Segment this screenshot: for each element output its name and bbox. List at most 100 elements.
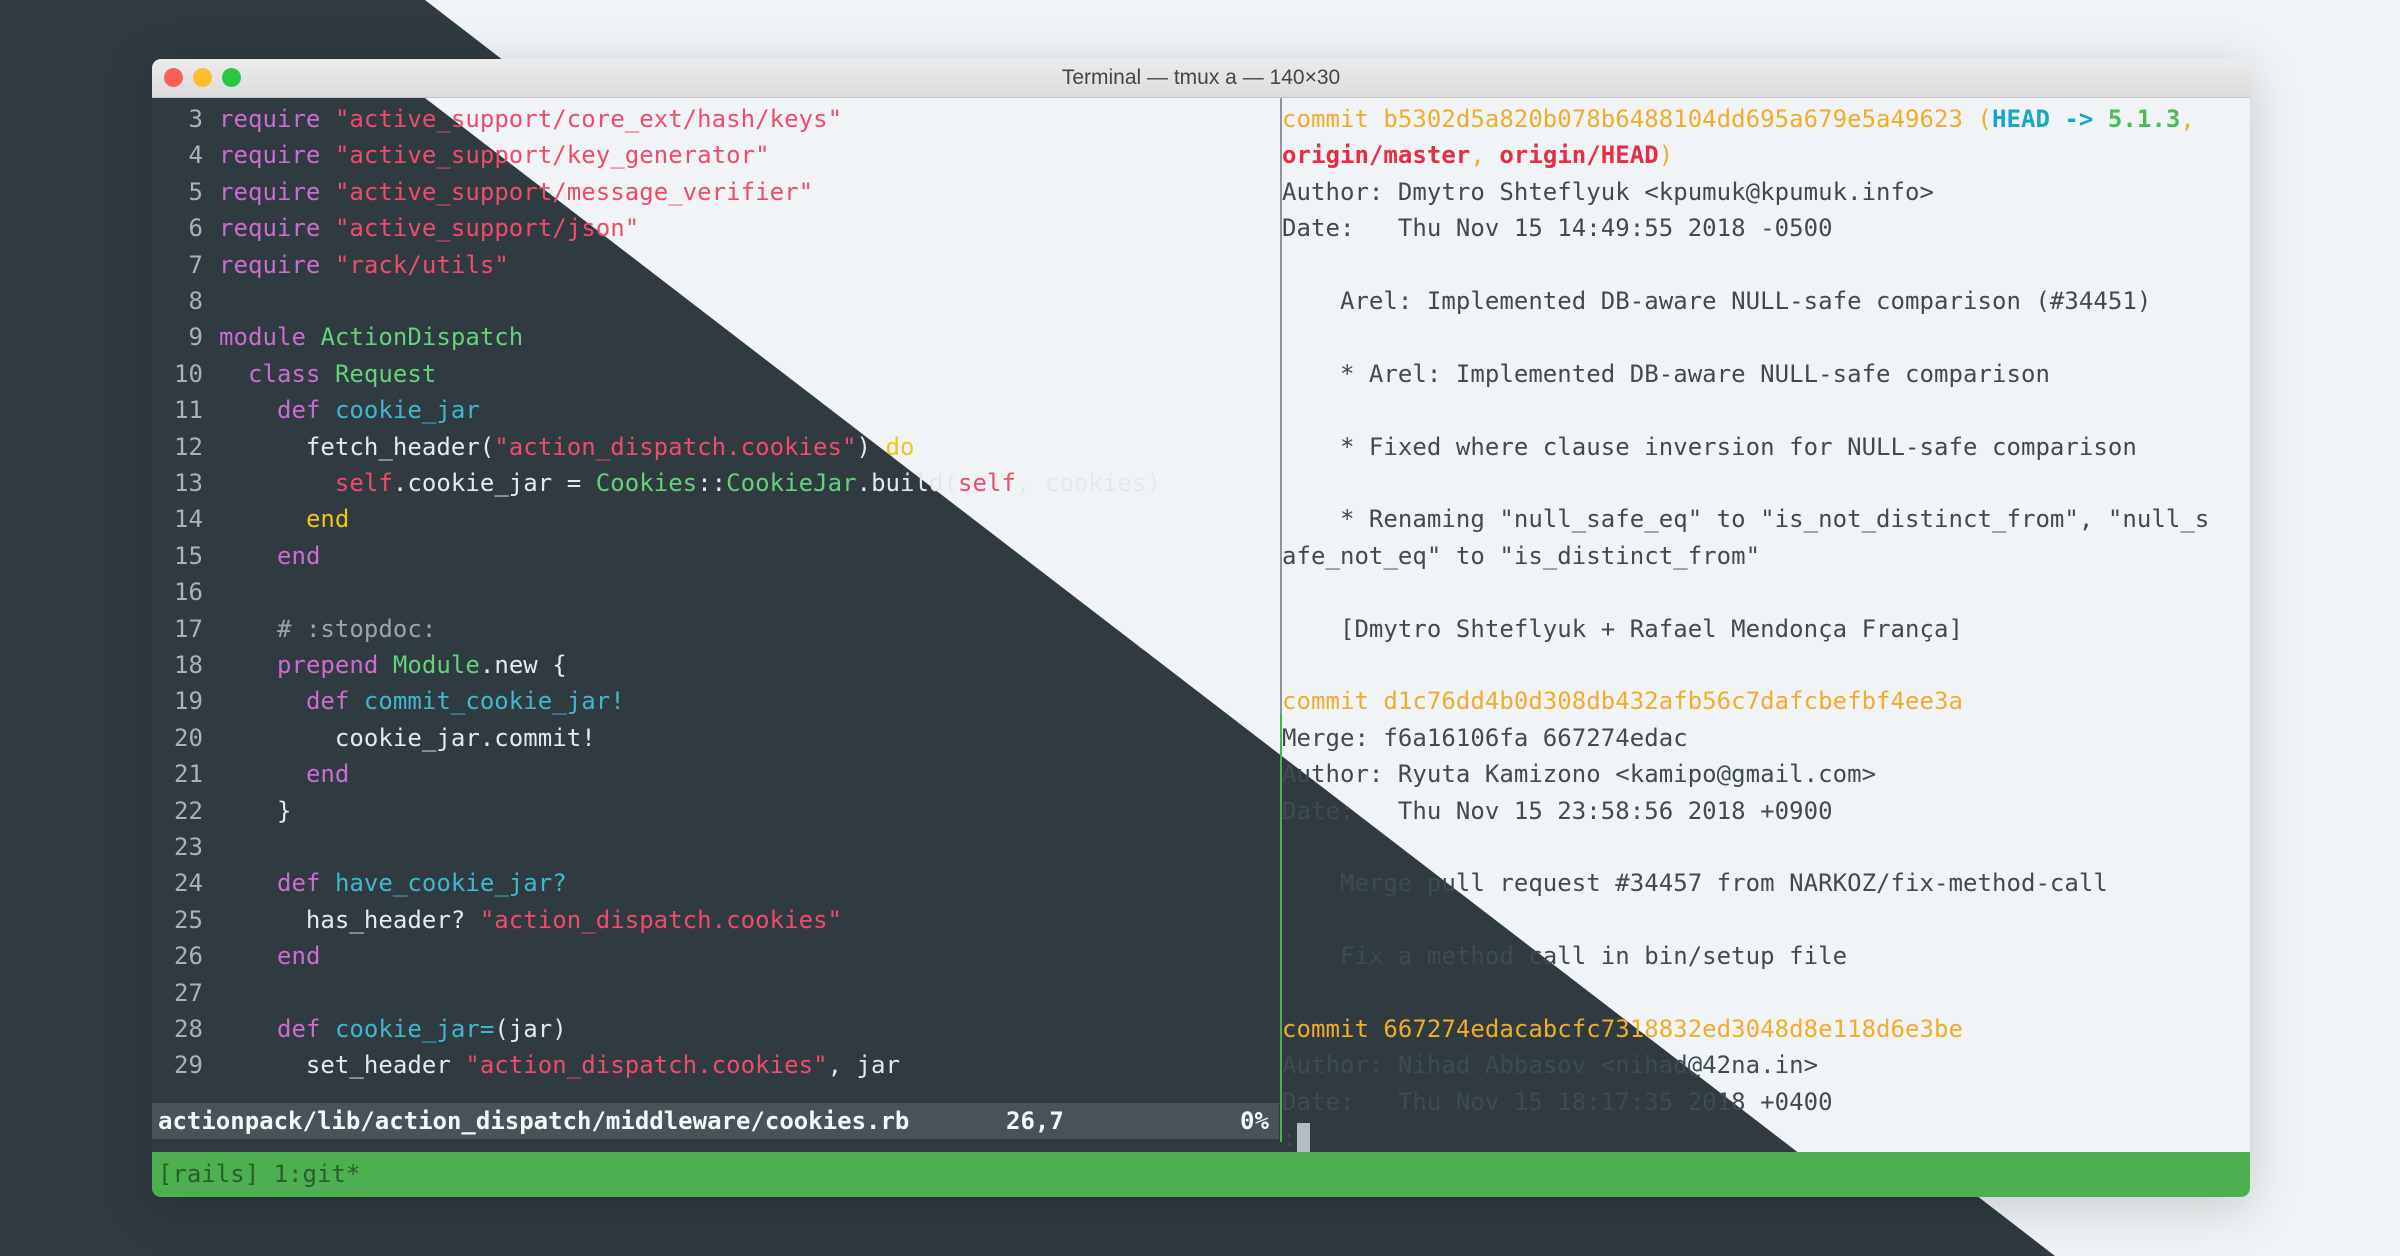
window-title: Terminal — tmux a — 140×30 bbox=[1061, 66, 1341, 89]
line-number: 8 bbox=[188, 287, 203, 315]
line-number: 22 bbox=[174, 796, 203, 825]
log-token: Date: Thu Nov 15 23:58:56 2018 +0900 bbox=[1282, 796, 1833, 825]
editor-line: 15 end bbox=[152, 538, 320, 574]
pager-prompt[interactable]: : bbox=[1282, 1120, 1310, 1156]
log-token: [Dmytro Shteflyuk + Rafael Mendonça Fran… bbox=[1282, 614, 1963, 643]
log-token: commit d1c76dd4b0d308db432afb56c7dafcbef… bbox=[1282, 687, 1963, 716]
code-token: # :stopdoc: bbox=[276, 614, 437, 643]
log-token: * Fixed where clause inversion for NULL-… bbox=[1282, 432, 2137, 461]
log-token: Author: Ryuta Kamizono <kamipo@gmail.com… bbox=[1282, 760, 1877, 789]
log-token: , bbox=[1470, 141, 1500, 170]
code-token: .cookie_jar = bbox=[392, 469, 596, 497]
git-log-line: [Dmytro Shteflyuk + Rafael Mendonça Fran… bbox=[1282, 611, 1963, 647]
code-token: require bbox=[219, 214, 321, 243]
code-token: require bbox=[219, 250, 321, 279]
log-token: ) bbox=[1658, 141, 1674, 170]
code-token: do bbox=[885, 432, 915, 461]
code-token: set_header bbox=[219, 1051, 466, 1080]
editor-line: 21 end bbox=[152, 756, 349, 792]
text-cursor bbox=[1296, 1123, 1310, 1156]
git-log-line: Author: Nihad Abbasov <nihad@42na.in> bbox=[1282, 1047, 1818, 1083]
log-token: origin/HEAD bbox=[1499, 141, 1659, 170]
code-token: .build( bbox=[856, 469, 959, 497]
code-token: "action_dispatch.cookies" bbox=[479, 905, 843, 934]
log-token: HEAD -> bbox=[1991, 105, 2108, 133]
git-log-line: Author: Dmytro Shteflyuk <kpumuk@kpumuk.… bbox=[1282, 174, 1934, 210]
code-token: require bbox=[219, 141, 321, 170]
editor-line: 16 bbox=[152, 574, 219, 610]
code-token: } bbox=[219, 796, 292, 825]
code-token: prepend bbox=[276, 651, 379, 679]
git-log-line: Author: Ryuta Kamizono <kamipo@gmail.com… bbox=[1282, 756, 1876, 792]
editor-line: 25 has_header? "action_dispatch.cookies" bbox=[152, 902, 842, 938]
editor-line: 18 prepend Module.new { bbox=[152, 647, 567, 683]
status-file-path: actionpack/lib/action_dispatch/middlewar… bbox=[158, 1107, 910, 1135]
line-number: 20 bbox=[174, 723, 203, 752]
git-log-line: origin/master, origin/HEAD) bbox=[1282, 137, 1673, 173]
code-token: ActionDispatch bbox=[320, 323, 524, 352]
code-token: module bbox=[219, 323, 306, 352]
tmux-window-list[interactable]: [rails] 1:git* bbox=[158, 1156, 360, 1192]
code-token: .new { bbox=[479, 651, 567, 679]
editor-line: 3 require "active_support/core_ext/hash/k… bbox=[152, 101, 843, 137]
code-token: end bbox=[305, 760, 350, 789]
git-log-line: Date: Thu Nov 15 18:17:35 2018 +0400 bbox=[1282, 1084, 1833, 1120]
log-token: Fix a method call in bin/setup file bbox=[1282, 942, 1848, 971]
code-token: "active_support/message_verifier" bbox=[334, 177, 814, 206]
code-token: require bbox=[219, 177, 321, 206]
status-scroll-percent: 0% bbox=[1240, 1107, 1269, 1135]
code-token: "active_support/core_ext/hash/keys" bbox=[334, 105, 843, 133]
code-token: Request bbox=[334, 359, 437, 388]
editor-line: 22 } bbox=[152, 793, 291, 829]
code-token: end bbox=[305, 505, 350, 534]
log-token: Merge: f6a16106fa 667274edac bbox=[1282, 723, 1688, 752]
code-token: , jar bbox=[827, 1051, 901, 1080]
line-number: 11 bbox=[174, 396, 203, 425]
line-number: 26 bbox=[174, 942, 203, 971]
code-token: def bbox=[276, 1015, 321, 1043]
code-token: Module bbox=[392, 651, 480, 679]
log-token: Author: Dmytro Shteflyuk <kpumuk@kpumuk.… bbox=[1282, 177, 1935, 206]
line-number: 28 bbox=[174, 1015, 203, 1043]
log-token: Author: Nihad Abbasov <nihad@42na.in> bbox=[1282, 1051, 1819, 1080]
code-token: have_cookie_jar? bbox=[334, 869, 567, 898]
code-token: fetch_header( bbox=[219, 432, 495, 461]
code-token: cookie_jar bbox=[334, 396, 480, 425]
editor-line: 7 require "rack/utils" bbox=[152, 247, 509, 283]
terminal-window: Terminal — tmux a — 140×30 3 require "act… bbox=[152, 59, 2250, 1197]
editor-line: 19 def commit_cookie_jar! bbox=[152, 683, 625, 719]
editor-line: 10 class Request bbox=[152, 356, 436, 392]
editor-line: 27 bbox=[152, 975, 219, 1011]
editor-line: 20 cookie_jar.commit! bbox=[152, 720, 596, 756]
code-token: self bbox=[334, 469, 393, 497]
line-number: 14 bbox=[174, 505, 203, 534]
git-log-line: Arel: Implemented DB-aware NULL-safe com… bbox=[1282, 283, 2151, 319]
line-number: 23 bbox=[174, 833, 203, 861]
git-log-line: commit 667274edacabcfc7318832ed3048d8e11… bbox=[1282, 1011, 1963, 1047]
code-token: :: bbox=[697, 469, 727, 497]
git-log-line: * Fixed where clause inversion for NULL-… bbox=[1282, 429, 2137, 465]
line-number: 25 bbox=[174, 905, 203, 934]
git-log-line: Date: Thu Nov 15 23:58:56 2018 +0900 bbox=[1282, 793, 1833, 829]
code-token: end bbox=[276, 541, 321, 570]
log-token: origin/master bbox=[1282, 141, 1471, 170]
line-number: 19 bbox=[174, 687, 203, 716]
